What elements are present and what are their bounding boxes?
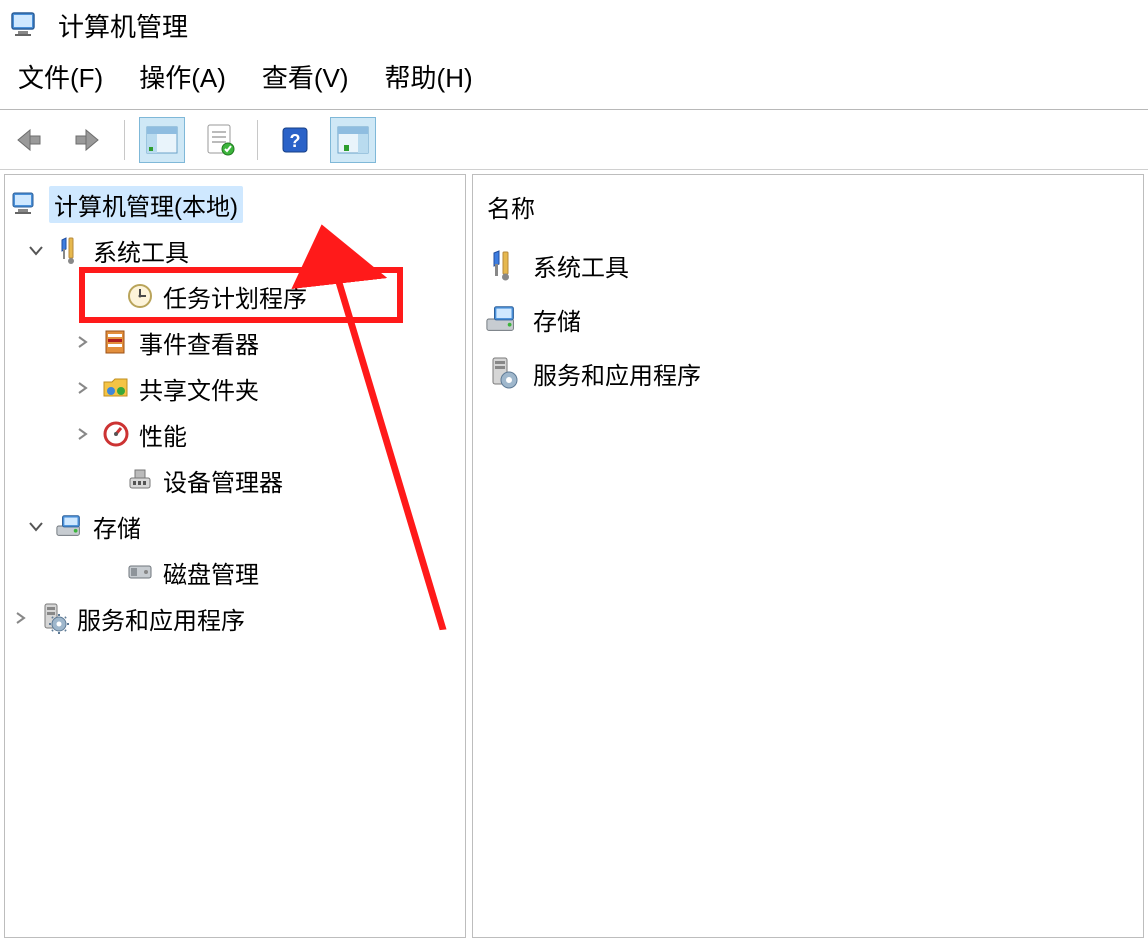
menu-bar: 文件(F) 操作(A) 查看(V) 帮助(H) bbox=[0, 50, 1148, 110]
services-icon bbox=[39, 603, 69, 633]
list-item-label: 系统工具 bbox=[533, 248, 629, 283]
list-item[interactable]: 存储 bbox=[485, 292, 1131, 346]
tree-item-device-manager[interactable]: 设备管理器 bbox=[9, 457, 461, 503]
tree-item-disk-management[interactable]: 磁盘管理 bbox=[9, 549, 461, 595]
list-item-label: 存储 bbox=[533, 302, 581, 337]
tree-item-label: 系统工具 bbox=[93, 233, 189, 268]
app-icon bbox=[10, 9, 42, 41]
tree-item-label: 任务计划程序 bbox=[163, 279, 307, 314]
chevron-down-icon[interactable] bbox=[25, 515, 47, 537]
main-area: 计算机管理(本地) 系统工具 bbox=[0, 170, 1148, 942]
services-icon bbox=[485, 355, 521, 391]
storage-icon bbox=[485, 301, 521, 337]
performance-icon bbox=[101, 419, 131, 449]
show-action-pane-button[interactable] bbox=[330, 117, 376, 163]
tree-item-label: 服务和应用程序 bbox=[77, 601, 245, 636]
event-viewer-icon bbox=[101, 327, 131, 357]
tools-icon bbox=[485, 247, 521, 283]
clock-icon bbox=[125, 281, 155, 311]
computer-icon bbox=[11, 189, 41, 219]
content-pane: 名称 系统工具 存储 bbox=[472, 174, 1144, 938]
tree-item-storage[interactable]: 存储 bbox=[9, 503, 461, 549]
tree-root[interactable]: 计算机管理(本地) bbox=[9, 181, 461, 227]
chevron-right-icon[interactable] bbox=[71, 331, 93, 353]
list-item[interactable]: 服务和应用程序 bbox=[485, 346, 1131, 400]
disk-icon bbox=[125, 557, 155, 587]
menu-file[interactable]: 文件(F) bbox=[18, 58, 103, 95]
tree-item-system-tools[interactable]: 系统工具 bbox=[9, 227, 461, 273]
help-button[interactable]: ? bbox=[272, 117, 318, 163]
storage-icon bbox=[55, 511, 85, 541]
menu-help[interactable]: 帮助(H) bbox=[385, 58, 473, 95]
tree-item-label: 磁盘管理 bbox=[163, 555, 259, 590]
tree-item-services-apps[interactable]: 服务和应用程序 bbox=[9, 595, 461, 641]
back-button[interactable] bbox=[6, 117, 52, 163]
tree-item-label: 事件查看器 bbox=[139, 325, 259, 360]
tree-pane: 计算机管理(本地) 系统工具 bbox=[4, 174, 466, 938]
chevron-down-icon[interactable] bbox=[25, 239, 47, 261]
menu-view[interactable]: 查看(V) bbox=[262, 58, 349, 95]
tree: 计算机管理(本地) 系统工具 bbox=[5, 175, 465, 647]
svg-text:?: ? bbox=[290, 131, 301, 151]
forward-button[interactable] bbox=[64, 117, 110, 163]
tree-root-label: 计算机管理(本地) bbox=[49, 186, 243, 223]
tools-icon bbox=[55, 235, 85, 265]
toolbar: ? bbox=[0, 110, 1148, 170]
list-item-label: 服务和应用程序 bbox=[533, 356, 701, 391]
toolbar-separator bbox=[257, 120, 258, 160]
chevron-right-icon[interactable] bbox=[71, 377, 93, 399]
shared-folder-icon bbox=[101, 373, 131, 403]
column-header-name[interactable]: 名称 bbox=[485, 183, 1131, 238]
menu-action[interactable]: 操作(A) bbox=[139, 58, 226, 95]
chevron-right-icon[interactable] bbox=[9, 607, 31, 629]
tree-item-performance[interactable]: 性能 bbox=[9, 411, 461, 457]
properties-button[interactable] bbox=[197, 117, 243, 163]
tree-item-label: 存储 bbox=[93, 509, 141, 544]
chevron-right-icon[interactable] bbox=[71, 423, 93, 445]
tree-item-label: 性能 bbox=[139, 417, 187, 452]
list-item[interactable]: 系统工具 bbox=[485, 238, 1131, 292]
toolbar-separator bbox=[124, 120, 125, 160]
title-bar: 计算机管理 bbox=[0, 0, 1148, 50]
tree-item-label: 设备管理器 bbox=[163, 463, 283, 498]
window-title: 计算机管理 bbox=[58, 7, 188, 44]
tree-item-task-scheduler[interactable]: 任务计划程序 bbox=[9, 273, 461, 319]
tree-item-event-viewer[interactable]: 事件查看器 bbox=[9, 319, 461, 365]
tree-item-label: 共享文件夹 bbox=[139, 371, 259, 406]
device-manager-icon bbox=[125, 465, 155, 495]
tree-item-shared-folders[interactable]: 共享文件夹 bbox=[9, 365, 461, 411]
show-hide-tree-button[interactable] bbox=[139, 117, 185, 163]
